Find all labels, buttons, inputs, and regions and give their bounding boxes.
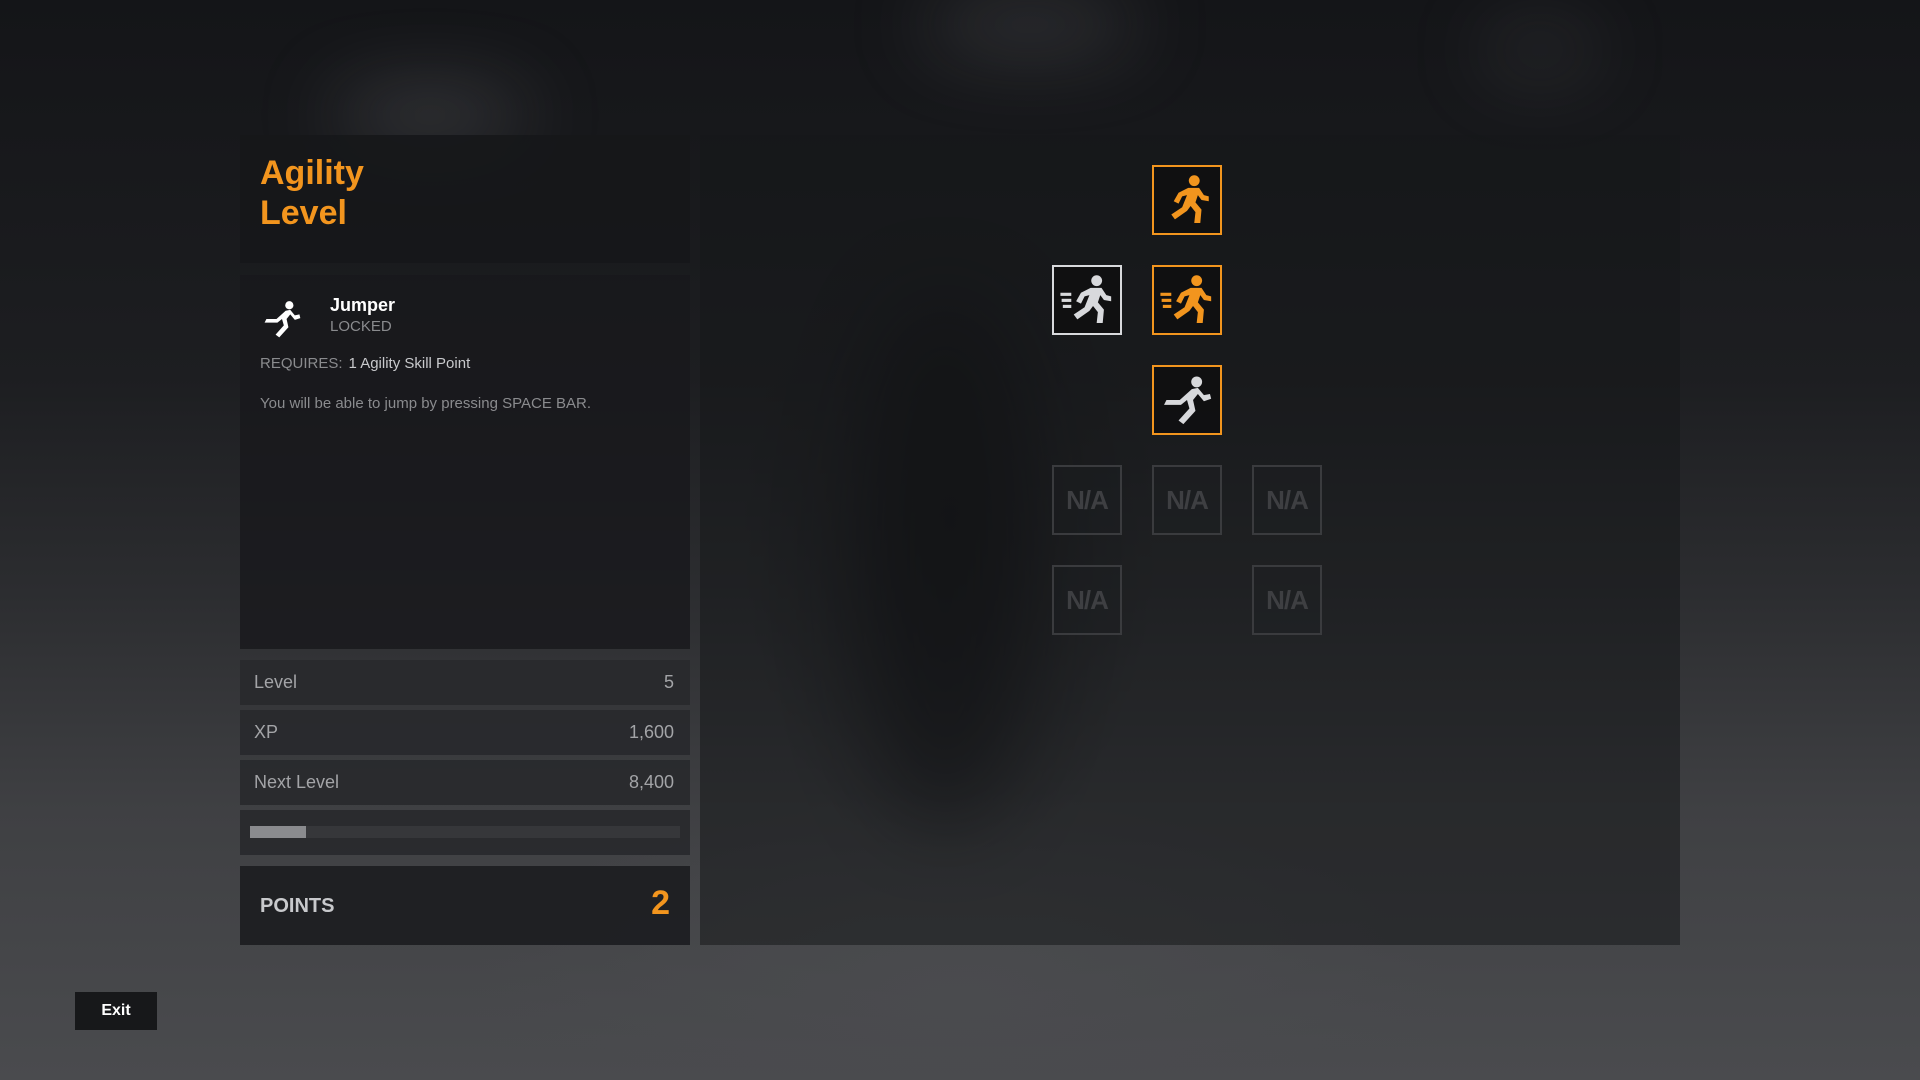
category-title: Agility [260,154,364,192]
skill-status: LOCKED [330,318,392,335]
skill-node-sprinter[interactable] [1152,265,1222,335]
jump-runner-icon [260,297,304,341]
sprinter-icon [1160,275,1212,323]
skill-requirement: REQUIRES: 1 Agility Skill Point [260,355,470,372]
unavailable-label: N/A [1266,484,1309,515]
skill-node-unavailable: N/A [1052,465,1122,535]
skill-node-runner[interactable] [1152,165,1222,235]
skill-points: POINTS 2 [240,866,690,945]
skill-name: Jumper [330,295,396,315]
skill-node-sprinter-locked[interactable] [1052,265,1122,335]
skill-description: You will be able to jump by pressing SPA… [260,395,592,412]
stat-row-next-level: Next Level 8,400 [240,760,690,805]
jump-runner-icon [1164,376,1212,425]
background-light [330,95,530,135]
skill-node-unavailable: N/A [1252,565,1322,635]
background-light [920,0,1140,50]
skill-node-unavailable: N/A [1152,465,1222,535]
unavailable-label: N/A [1166,484,1209,515]
requires-label: REQUIRES: [260,355,343,372]
skill-node-unavailable: N/A [1252,465,1322,535]
stat-value: 1,600 [628,722,674,742]
xp-progress [240,810,690,855]
skill-tree: N/A N/A N/A N/A N/A [700,135,1680,945]
stat-row-xp: XP 1,600 [240,710,690,755]
stat-value: 5 [663,672,674,692]
unavailable-label: N/A [1066,584,1109,615]
skill-node-unavailable: N/A [1052,565,1122,635]
skill-detail-panel: Jumper LOCKED REQUIRES: 1 Agility Skill P… [240,275,690,649]
skill-category-header: Agility Level [240,135,690,263]
stat-row-level: Level 5 [240,660,690,705]
background-light [1480,30,1600,70]
xp-progress-fill [250,826,306,838]
unavailable-label: N/A [1066,484,1109,515]
points-label: POINTS [260,895,335,917]
unavailable-label: N/A [1266,584,1309,615]
category-subtitle: Level [260,194,347,232]
skill-node-jumper[interactable] [1152,365,1222,435]
stat-label: Next Level [254,772,340,792]
requires-value: 1 Agility Skill Point [348,355,471,372]
stat-value: 8,400 [628,772,674,792]
stat-label: XP [254,722,279,742]
points-value: 2 [651,884,670,922]
sprinter-icon [1060,275,1112,323]
exit-button[interactable]: Exit [75,992,157,1030]
xp-progress-track [250,826,680,838]
stat-label: Level [254,672,298,692]
runner-icon [1171,175,1209,223]
